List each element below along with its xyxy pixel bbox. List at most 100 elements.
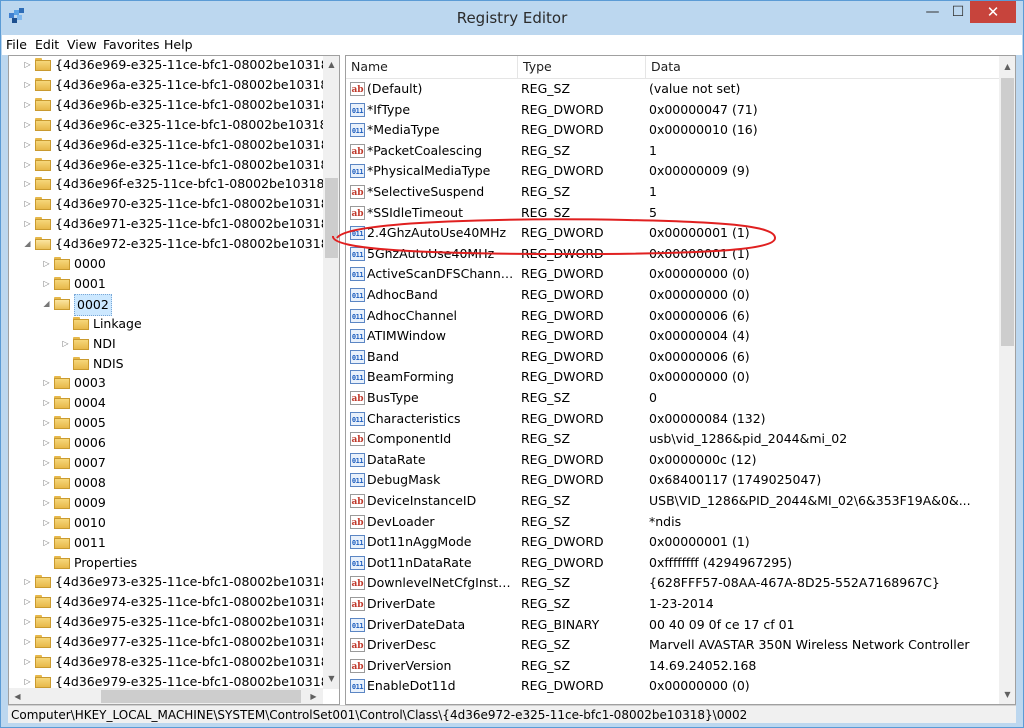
tree-node-label[interactable]: 0010 bbox=[74, 513, 106, 533]
menu-edit[interactable]: Edit bbox=[35, 37, 59, 52]
expand-arrow-icon[interactable]: ▷ bbox=[42, 433, 51, 453]
value-row[interactable]: 011 *MediaType REG_DWORD 0x00000010 (16) bbox=[346, 120, 1000, 141]
expand-arrow-icon[interactable]: ▷ bbox=[23, 612, 32, 632]
tree-node[interactable]: ▷ 0004 bbox=[9, 393, 323, 413]
expand-arrow-icon[interactable]: ▷ bbox=[23, 652, 32, 672]
tree-node-label[interactable]: 0011 bbox=[74, 533, 106, 553]
value-row[interactable]: ab *SelectiveSuspend REG_SZ 1 bbox=[346, 182, 1000, 203]
value-row[interactable]: 011 ActiveScanDFSChannels REG_DWORD 0x00000… bbox=[346, 264, 1000, 285]
tree-node[interactable]: ▷ NDI bbox=[9, 334, 323, 354]
scroll-up-arrow-icon[interactable]: ▲ bbox=[999, 58, 1015, 75]
list-vertical-scrollbar[interactable]: ▲ ▼ bbox=[999, 56, 1015, 704]
tree-vertical-scrollbar[interactable]: ▲ ▼ bbox=[323, 56, 339, 689]
expand-arrow-icon[interactable]: ▷ bbox=[42, 254, 51, 274]
tree-node-label[interactable]: 0003 bbox=[74, 373, 106, 393]
value-row[interactable]: 011 BeamForming REG_DWORD 0x00000000 (0) bbox=[346, 367, 1000, 388]
maximize-button[interactable]: ☐ bbox=[946, 1, 970, 23]
value-row[interactable]: 011 DataRate REG_DWORD 0x0000000c (12) bbox=[346, 450, 1000, 471]
value-row[interactable]: 011 EnableDot11d REG_DWORD 0x00000000 (0) bbox=[346, 676, 1000, 697]
value-row[interactable]: 011 Dot11nDataRate REG_DWORD 0xffffffff (42… bbox=[346, 553, 1000, 574]
title-bar[interactable]: Registry Editor — ☐ ✕ bbox=[1, 1, 1023, 35]
expand-arrow-icon[interactable]: ▷ bbox=[23, 155, 32, 175]
tree-node-label[interactable]: 0007 bbox=[74, 453, 106, 473]
scroll-right-arrow-icon[interactable]: ▶ bbox=[305, 688, 322, 704]
tree-node[interactable]: ▷ 0006 bbox=[9, 433, 323, 453]
tree-node-label[interactable]: {4d36e96e-e325-11ce-bfc1-08002be10318} bbox=[55, 155, 336, 175]
tree-node-label[interactable]: 0002 bbox=[74, 293, 112, 316]
expand-arrow-icon[interactable]: ▷ bbox=[61, 334, 70, 354]
tree-node[interactable]: ◢ {4d36e972-e325-11ce-bfc1-08002be10318} bbox=[9, 234, 336, 254]
tree-node-label[interactable]: {4d36e96c-e325-11ce-bfc1-08002be10318} bbox=[55, 115, 336, 135]
expand-arrow-icon[interactable]: ▷ bbox=[23, 75, 32, 95]
expand-arrow-icon[interactable]: ▷ bbox=[42, 393, 51, 413]
value-row[interactable]: 011 DriverDateData REG_BINARY 00 40 09 0f c… bbox=[346, 615, 1000, 636]
scroll-down-arrow-icon[interactable]: ▼ bbox=[323, 670, 339, 687]
expand-arrow-icon[interactable]: ▷ bbox=[42, 473, 51, 493]
expand-arrow-icon[interactable]: ▷ bbox=[42, 274, 51, 294]
tree-node-label[interactable]: 0001 bbox=[74, 274, 106, 294]
value-row[interactable]: ab DevLoader REG_SZ *ndis bbox=[346, 512, 1000, 533]
key-tree[interactable]: ▷ {4d36e979-e325-11ce-bfc1-08002be10318} ▷… bbox=[8, 55, 340, 705]
tree-node-label[interactable]: NDIS bbox=[93, 354, 124, 374]
column-header-type[interactable]: Type bbox=[518, 56, 646, 78]
expand-arrow-icon[interactable]: ▷ bbox=[42, 373, 51, 393]
value-row[interactable]: 011 Characteristics REG_DWORD 0x00000084 (1… bbox=[346, 409, 1000, 430]
collapse-arrow-icon[interactable]: ◢ bbox=[23, 234, 32, 254]
value-row[interactable]: ab DriverDesc REG_SZ Marvell AVASTAR 350N W… bbox=[346, 635, 1000, 656]
value-row[interactable]: 011 DebugMask REG_DWORD 0x68400117 (1749025… bbox=[346, 470, 1000, 491]
close-button[interactable]: ✕ bbox=[970, 1, 1016, 23]
tree-node[interactable]: Properties bbox=[9, 553, 323, 573]
tree-node-label[interactable]: {4d36e96a-e325-11ce-bfc1-08002be10318} bbox=[55, 75, 336, 95]
tree-hscroll-thumb[interactable] bbox=[101, 690, 301, 703]
value-row[interactable]: ab (Default) REG_SZ (value not set) bbox=[346, 79, 1000, 100]
tree-node[interactable]: ▷ {4d36e96b-e325-11ce-bfc1-08002be10318} bbox=[9, 95, 336, 115]
expand-arrow-icon[interactable]: ▷ bbox=[23, 592, 32, 612]
tree-node[interactable]: ▷ {4d36e973-e325-11ce-bfc1-08002be10318} bbox=[9, 572, 336, 592]
tree-node[interactable]: ▷ {4d36e96d-e325-11ce-bfc1-08002be10318} bbox=[9, 135, 336, 155]
expand-arrow-icon[interactable]: ▷ bbox=[42, 533, 51, 553]
value-row[interactable]: 011 Band REG_DWORD 0x00000006 (6) bbox=[346, 347, 1000, 368]
values-list[interactable]: Name Type Data ab (Default) REG_SZ (value n… bbox=[345, 55, 1016, 705]
tree-node[interactable]: Linkage bbox=[9, 314, 323, 334]
tree-node-label[interactable]: 0004 bbox=[74, 393, 106, 413]
expand-arrow-icon[interactable]: ▷ bbox=[42, 453, 51, 473]
value-row[interactable]: ab ComponentId REG_SZ usb\vid_1286&pid_2044… bbox=[346, 429, 1000, 450]
value-row[interactable]: ab *PacketCoalescing REG_SZ 1 bbox=[346, 141, 1000, 162]
tree-node-label[interactable]: {4d36e973-e325-11ce-bfc1-08002be10318} bbox=[55, 572, 337, 592]
tree-node-label[interactable]: 0005 bbox=[74, 413, 106, 433]
minimize-button[interactable]: — bbox=[919, 1, 946, 23]
value-row[interactable]: ab BusType REG_SZ 0 bbox=[346, 388, 1000, 409]
tree-node-label[interactable]: {4d36e975-e325-11ce-bfc1-08002be10318} bbox=[55, 612, 337, 632]
scroll-up-arrow-icon[interactable]: ▲ bbox=[323, 56, 339, 73]
tree-node-label[interactable]: 0009 bbox=[74, 493, 106, 513]
tree-node[interactable]: ▷ {4d36e971-e325-11ce-bfc1-08002be10318} bbox=[9, 214, 336, 234]
tree-node-label[interactable]: {4d36e970-e325-11ce-bfc1-08002be10318} bbox=[55, 194, 337, 214]
tree-node-label[interactable]: Linkage bbox=[93, 314, 142, 334]
tree-horizontal-scrollbar[interactable]: ◀ ▶ bbox=[9, 688, 323, 704]
tree-node-label[interactable]: 0006 bbox=[74, 433, 106, 453]
tree-node[interactable]: NDIS bbox=[9, 354, 323, 374]
tree-node[interactable]: ▷ 0010 bbox=[9, 513, 323, 533]
column-header-name[interactable]: Name bbox=[346, 56, 518, 78]
expand-arrow-icon[interactable]: ▷ bbox=[23, 194, 32, 214]
expand-arrow-icon[interactable]: ▷ bbox=[23, 56, 32, 75]
value-row[interactable]: ab DriverDate REG_SZ 1-23-2014 bbox=[346, 594, 1000, 615]
tree-node[interactable]: ▷ {4d36e978-e325-11ce-bfc1-08002be10318} bbox=[9, 652, 336, 672]
expand-arrow-icon[interactable]: ▷ bbox=[23, 174, 32, 194]
tree-node[interactable]: ▷ {4d36e975-e325-11ce-bfc1-08002be10318} bbox=[9, 612, 336, 632]
column-header-data[interactable]: Data bbox=[646, 56, 1000, 78]
tree-node[interactable]: ▷ 0003 bbox=[9, 373, 323, 393]
collapse-arrow-icon[interactable]: ◢ bbox=[42, 294, 51, 314]
tree-node[interactable]: ▷ {4d36e96c-e325-11ce-bfc1-08002be10318} bbox=[9, 115, 335, 135]
tree-node[interactable]: ▷ 0007 bbox=[9, 453, 323, 473]
value-row[interactable]: 011 ATIMWindow REG_DWORD 0x00000004 (4) bbox=[346, 326, 1000, 347]
tree-node[interactable]: ▷ 0005 bbox=[9, 413, 323, 433]
tree-node-label[interactable]: {4d36e974-e325-11ce-bfc1-08002be10318} bbox=[55, 592, 337, 612]
expand-arrow-icon[interactable]: ▷ bbox=[42, 513, 51, 533]
expand-arrow-icon[interactable]: ▷ bbox=[42, 413, 51, 433]
tree-node-label[interactable]: {4d36e971-e325-11ce-bfc1-08002be10318} bbox=[55, 214, 337, 234]
tree-node-label[interactable]: {4d36e972-e325-11ce-bfc1-08002be10318} bbox=[55, 234, 337, 254]
tree-node-label[interactable]: 0000 bbox=[74, 254, 106, 274]
tree-node[interactable]: ▷ {4d36e970-e325-11ce-bfc1-08002be10318} bbox=[9, 194, 336, 214]
tree-node[interactable]: ▷ 0011 bbox=[9, 533, 323, 553]
